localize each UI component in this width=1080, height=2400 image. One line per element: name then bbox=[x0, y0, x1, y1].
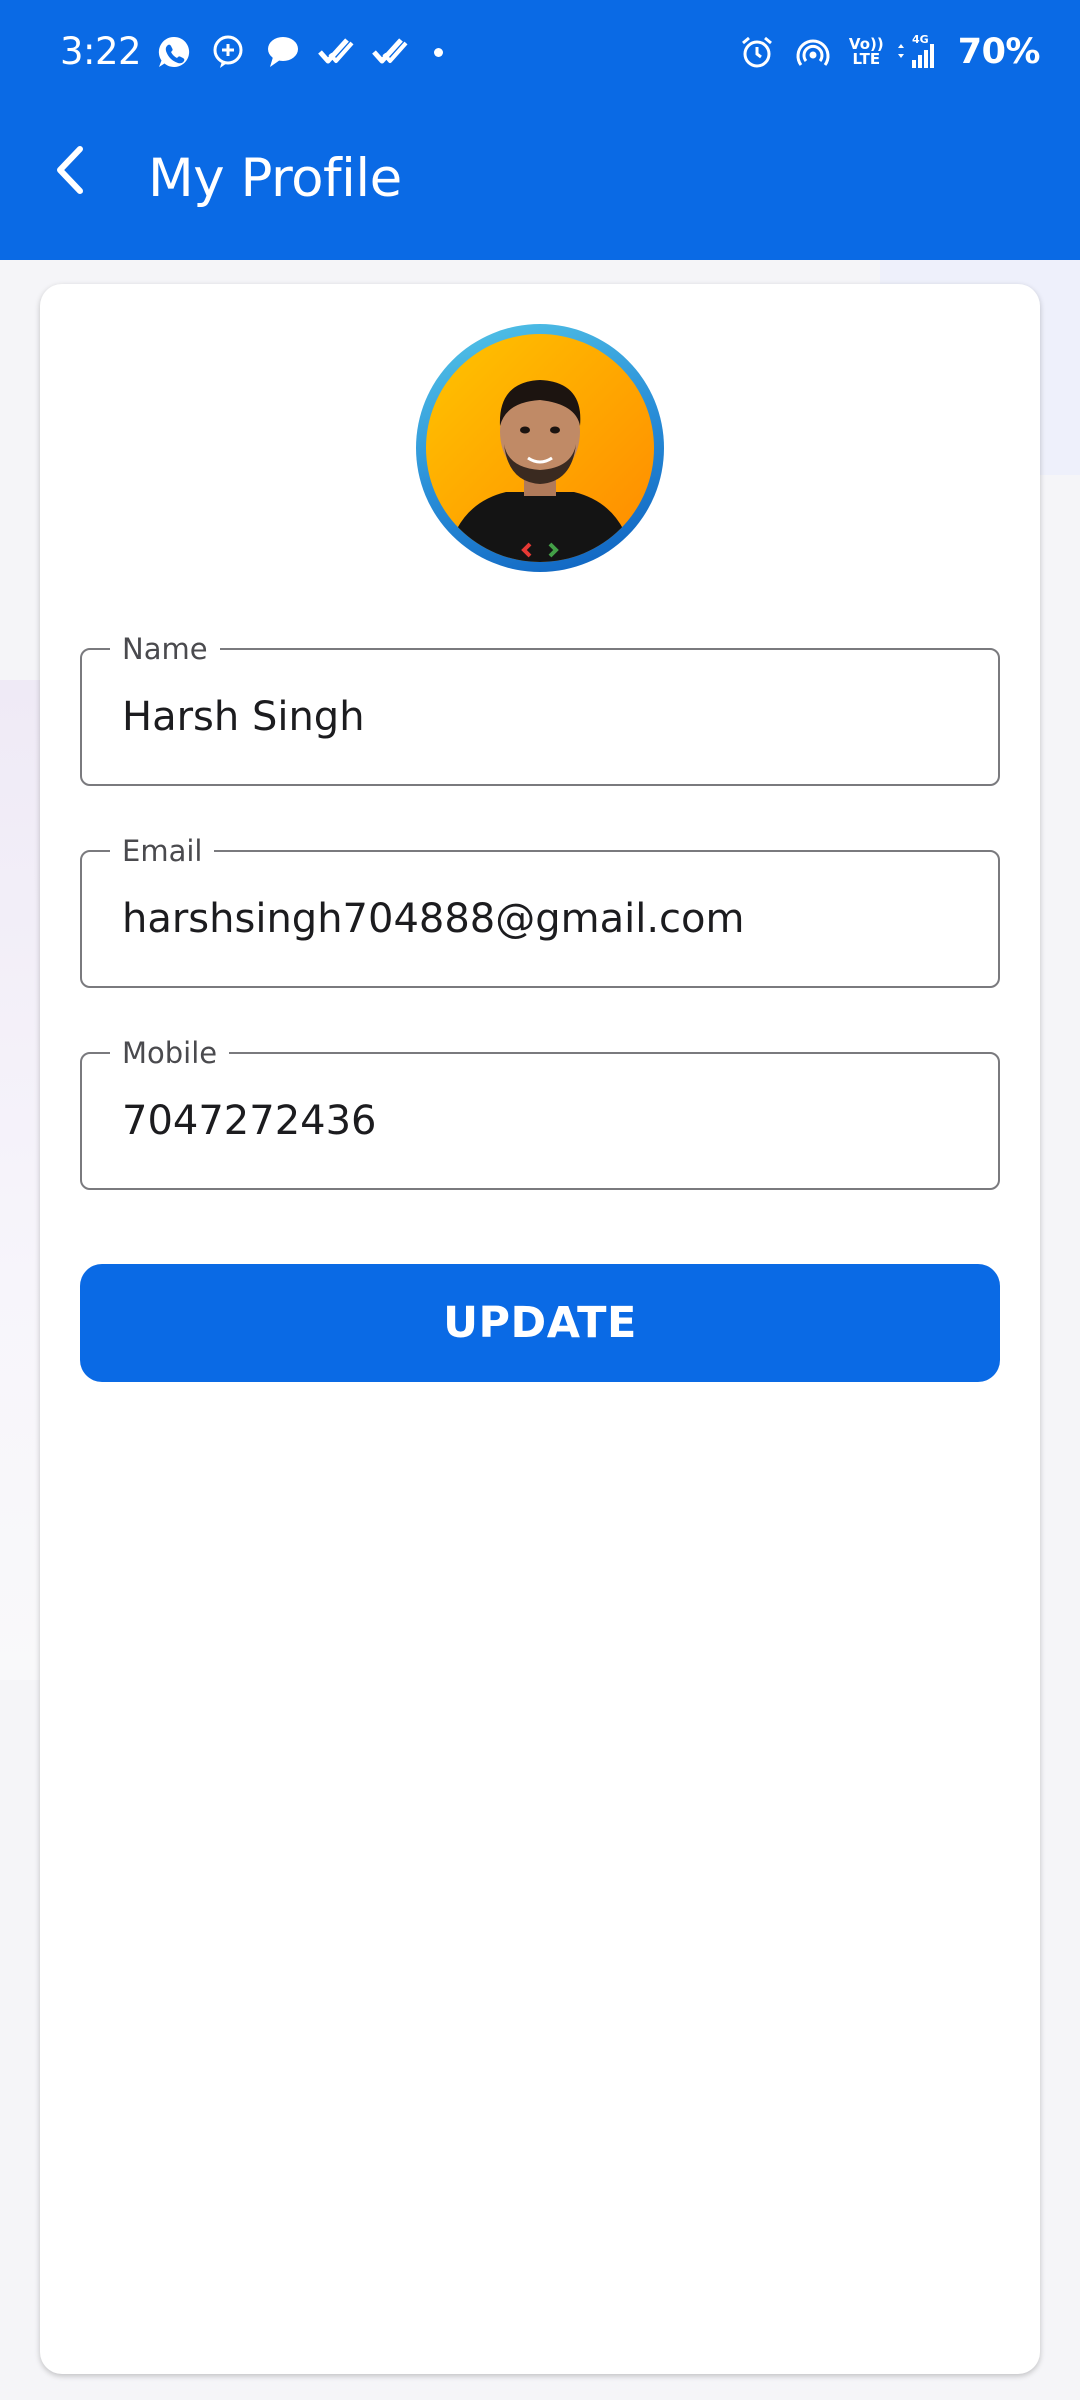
back-button[interactable] bbox=[40, 140, 100, 200]
name-field[interactable]: Name bbox=[80, 634, 1000, 786]
alarm-icon bbox=[737, 32, 777, 72]
name-input[interactable] bbox=[122, 694, 982, 740]
name-field-label: Name bbox=[110, 634, 220, 664]
back-arrow-icon bbox=[57, 146, 83, 194]
email-field-label: Email bbox=[110, 836, 215, 866]
system-icons: Vo)) LTE 4G 70% bbox=[737, 28, 1041, 76]
status-bar: 3:22 Vo)) LTE 4G 70% bbox=[0, 0, 1080, 104]
profile-photo bbox=[426, 334, 654, 562]
message-bubble-icon bbox=[262, 32, 302, 72]
notification-icons bbox=[140, 30, 443, 74]
mobile-field-label: Mobile bbox=[110, 1038, 230, 1068]
double-check-icon bbox=[370, 32, 410, 72]
profile-card: Name Email Mobile UPDATE bbox=[40, 284, 1040, 2374]
double-check-icon bbox=[316, 32, 356, 72]
email-input[interactable] bbox=[122, 896, 982, 942]
network-type-label: 4G bbox=[912, 33, 929, 46]
hotspot-icon bbox=[793, 32, 833, 72]
app-bar: My Profile bbox=[0, 110, 1080, 260]
top-bar: 3:22 Vo)) LTE 4G 70% My Profile bbox=[0, 0, 1080, 260]
status-time: 3:22 bbox=[60, 30, 142, 73]
avatar[interactable] bbox=[416, 324, 664, 572]
update-button[interactable]: UPDATE bbox=[80, 1264, 1000, 1382]
chat-add-icon bbox=[208, 32, 248, 72]
mobile-input[interactable] bbox=[122, 1098, 982, 1144]
mobile-field[interactable]: Mobile bbox=[80, 1038, 1000, 1190]
battery-level: 70% bbox=[957, 32, 1041, 72]
volte-label: LTE bbox=[852, 50, 881, 68]
page-title: My Profile bbox=[148, 148, 402, 209]
email-field[interactable]: Email bbox=[80, 836, 1000, 988]
volte-icon: Vo)) LTE bbox=[849, 37, 884, 67]
signal-4g-icon: 4G bbox=[894, 32, 942, 72]
whatsapp-icon bbox=[154, 32, 194, 72]
more-dot-icon bbox=[434, 47, 443, 57]
